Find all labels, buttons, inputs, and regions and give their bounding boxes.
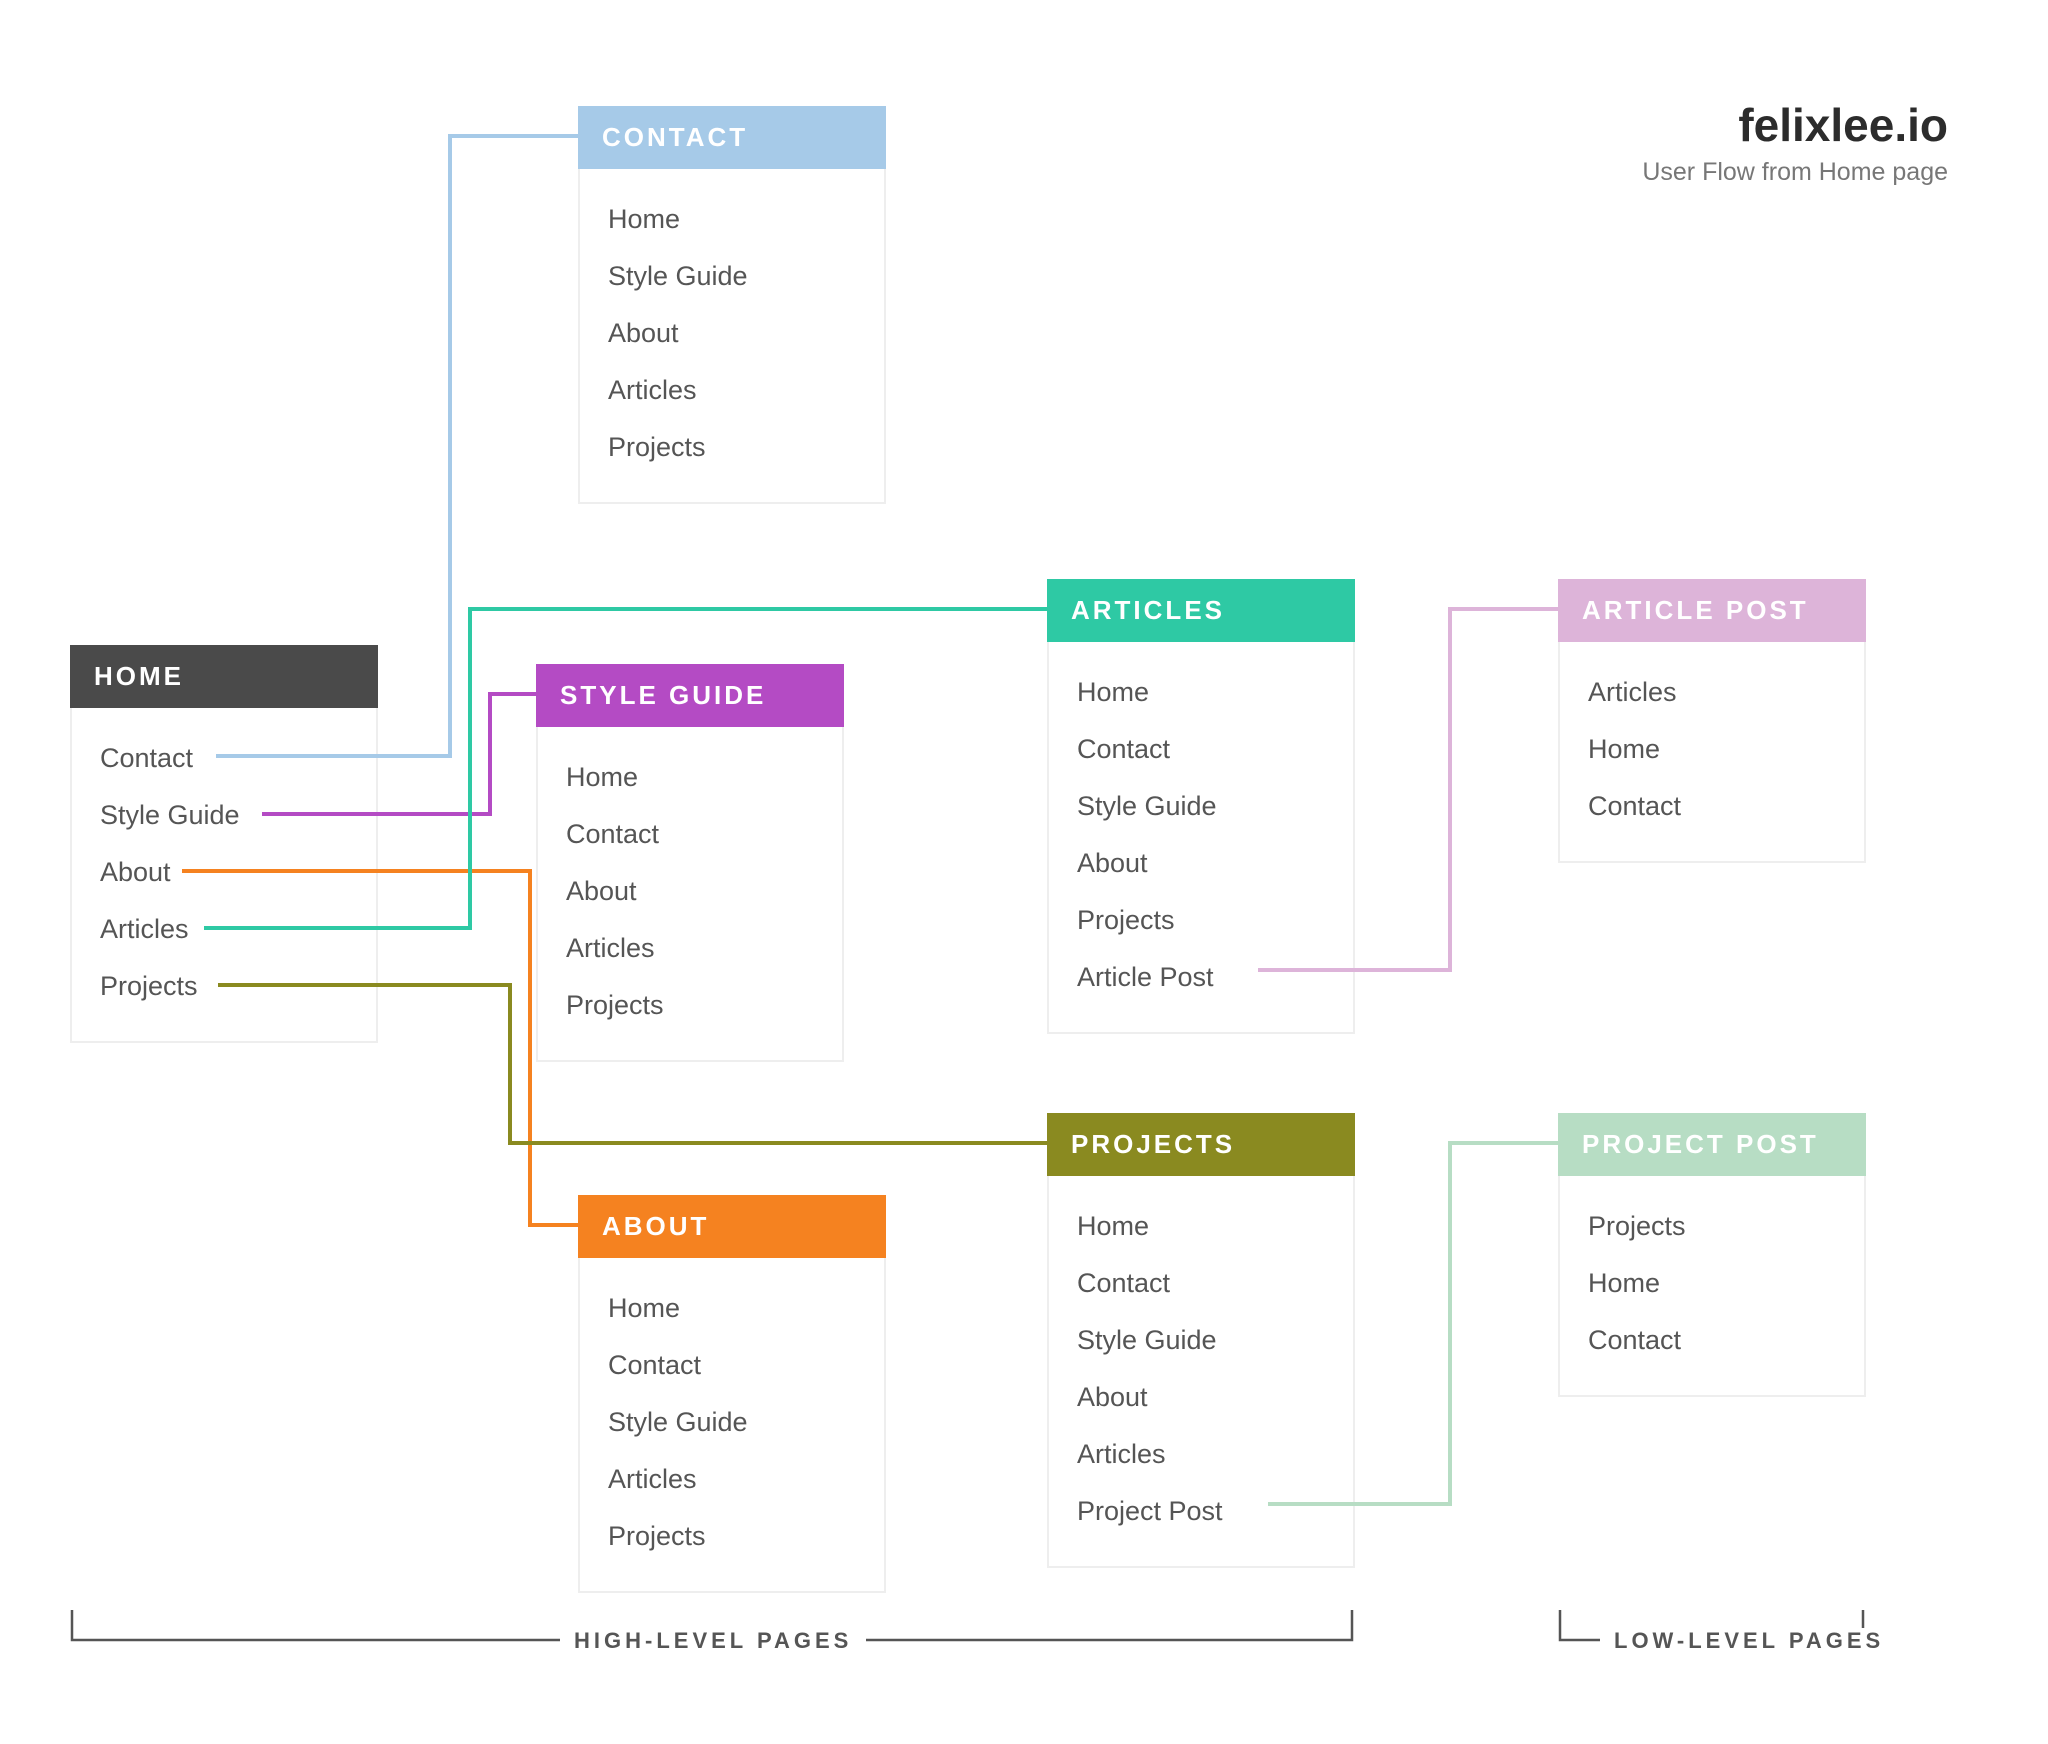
- card-projects-header: PROJECTS: [1047, 1113, 1355, 1176]
- card-contact: CONTACT Home Style Guide About Articles …: [578, 106, 886, 504]
- site-tagline: User Flow from Home page: [1642, 158, 1948, 187]
- contact-item-4: Projects: [608, 419, 856, 476]
- articles-item-3: About: [1077, 835, 1325, 892]
- site-logo-text: felixlee.io: [1642, 98, 1948, 152]
- articles-item-4: Projects: [1077, 892, 1325, 949]
- contact-item-3: Articles: [608, 362, 856, 419]
- home-item-about: About: [100, 844, 348, 901]
- projects-item-0: Home: [1077, 1198, 1325, 1255]
- style-guide-item-3: Articles: [566, 920, 814, 977]
- about-item-3: Articles: [608, 1451, 856, 1508]
- projects-item-5: Project Post: [1077, 1483, 1325, 1540]
- article-post-item-0: Articles: [1588, 664, 1836, 721]
- card-project-post: PROJECT POST Projects Home Contact: [1558, 1113, 1866, 1397]
- label-high-level: HIGH-LEVEL PAGES: [560, 1628, 866, 1654]
- project-post-item-1: Home: [1588, 1255, 1836, 1312]
- home-item-projects: Projects: [100, 958, 348, 1015]
- articles-item-1: Contact: [1077, 721, 1325, 778]
- home-item-contact: Contact: [100, 730, 348, 787]
- label-low-level: LOW-LEVEL PAGES: [1600, 1628, 1898, 1654]
- style-guide-item-1: Contact: [566, 806, 814, 863]
- style-guide-item-4: Projects: [566, 977, 814, 1034]
- contact-item-0: Home: [608, 191, 856, 248]
- contact-item-1: Style Guide: [608, 248, 856, 305]
- card-project-post-header: PROJECT POST: [1558, 1113, 1866, 1176]
- projects-item-3: About: [1077, 1369, 1325, 1426]
- card-style-guide-header: STYLE GUIDE: [536, 664, 844, 727]
- about-item-4: Projects: [608, 1508, 856, 1565]
- projects-item-2: Style Guide: [1077, 1312, 1325, 1369]
- card-contact-header: CONTACT: [578, 106, 886, 169]
- projects-item-4: Articles: [1077, 1426, 1325, 1483]
- about-item-0: Home: [608, 1280, 856, 1337]
- home-item-articles: Articles: [100, 901, 348, 958]
- card-home: HOME Contact Style Guide About Articles …: [70, 645, 378, 1043]
- contact-item-2: About: [608, 305, 856, 362]
- card-article-post-header: ARTICLE POST: [1558, 579, 1866, 642]
- home-item-style-guide: Style Guide: [100, 787, 348, 844]
- card-article-post: ARTICLE POST Articles Home Contact: [1558, 579, 1866, 863]
- style-guide-item-2: About: [566, 863, 814, 920]
- articles-item-0: Home: [1077, 664, 1325, 721]
- card-style-guide: STYLE GUIDE Home Contact About Articles …: [536, 664, 844, 1062]
- card-home-header: HOME: [70, 645, 378, 708]
- article-post-item-1: Home: [1588, 721, 1836, 778]
- card-about-header: ABOUT: [578, 1195, 886, 1258]
- article-post-item-2: Contact: [1588, 778, 1836, 835]
- about-item-2: Style Guide: [608, 1394, 856, 1451]
- about-item-1: Contact: [608, 1337, 856, 1394]
- project-post-item-2: Contact: [1588, 1312, 1836, 1369]
- card-projects: PROJECTS Home Contact Style Guide About …: [1047, 1113, 1355, 1568]
- card-articles: ARTICLES Home Contact Style Guide About …: [1047, 579, 1355, 1034]
- branding: felixlee.io User Flow from Home page: [1642, 98, 1948, 187]
- projects-item-1: Contact: [1077, 1255, 1325, 1312]
- articles-item-2: Style Guide: [1077, 778, 1325, 835]
- card-about: ABOUT Home Contact Style Guide Articles …: [578, 1195, 886, 1593]
- card-articles-header: ARTICLES: [1047, 579, 1355, 642]
- articles-item-5: Article Post: [1077, 949, 1325, 1006]
- project-post-item-0: Projects: [1588, 1198, 1836, 1255]
- style-guide-item-0: Home: [566, 749, 814, 806]
